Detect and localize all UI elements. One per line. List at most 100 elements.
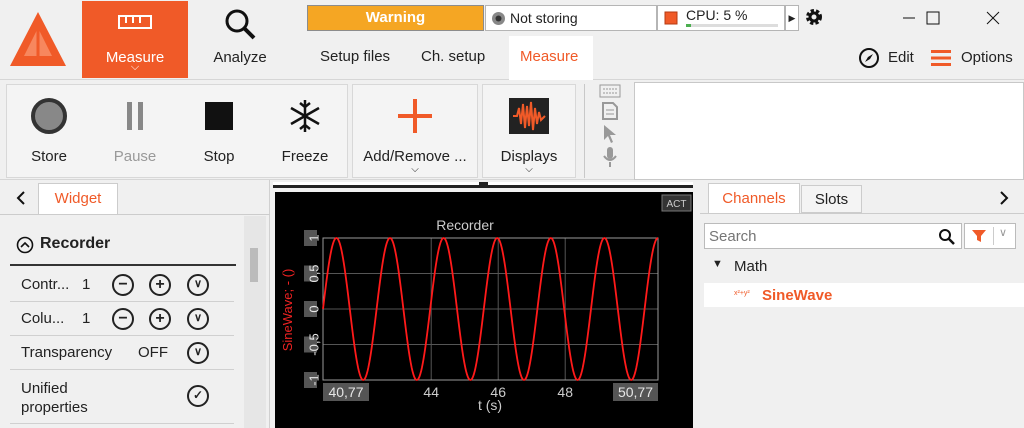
ribbon-divider	[584, 84, 585, 178]
x-min-label: 40,77	[328, 384, 363, 400]
recorder-section-header[interactable]: Recorder	[16, 234, 216, 258]
store-label: Store	[31, 148, 67, 165]
displays-button[interactable]: Displays ⌵	[482, 84, 576, 178]
chevron-down-circle-icon[interactable]: ∨	[187, 342, 209, 364]
x-tick-label: 48	[557, 384, 573, 400]
stop-icon	[205, 102, 233, 130]
scrollbar-thumb[interactable]	[250, 248, 258, 282]
prop-value: 1	[82, 310, 91, 327]
section-divider	[10, 264, 236, 266]
cpu-usage-bar	[686, 24, 778, 27]
add-remove-label: Add/Remove ...	[363, 148, 467, 165]
x-tick-label: 46	[490, 384, 506, 400]
tab-baseline	[700, 213, 1024, 214]
display-tab-marker-2	[488, 182, 693, 185]
y-axis-label: SineWave; - ()	[280, 269, 295, 352]
prop-value: 1	[82, 276, 91, 293]
compass-icon	[859, 48, 879, 68]
displays-label: Displays	[500, 148, 558, 165]
recorder-plot[interactable]: ACT Recorder SineWave; - () t (s) 10,50-…	[275, 192, 693, 428]
cursor-icon[interactable]	[601, 124, 619, 144]
channel-group-label: Math	[734, 258, 768, 275]
channel-item-label: SineWave	[762, 287, 833, 304]
maximize-icon	[926, 11, 940, 25]
channel-item-sinewave[interactable]: x²+y² SineWave	[704, 283, 1024, 307]
tab-slots[interactable]: Slots	[801, 185, 862, 213]
chart-title: Recorder	[436, 217, 494, 233]
gear-icon[interactable]	[803, 6, 825, 28]
tab-measure[interactable]: Measure	[520, 48, 578, 65]
waveform-icon	[509, 98, 549, 134]
measure-mode-button[interactable]: Measure ⌵	[82, 1, 188, 78]
y-tick-label: 0	[307, 305, 322, 312]
chevron-right-icon[interactable]	[997, 190, 1011, 206]
expand-triangle-icon: ▼	[712, 258, 723, 270]
keyboard-icon[interactable]	[599, 84, 621, 98]
y-tick-label: -0,5	[307, 333, 322, 355]
analyze-mode-label: Analyze	[213, 49, 267, 66]
close-button[interactable]	[968, 0, 1018, 36]
warning-indicator[interactable]: Warning	[307, 5, 484, 31]
x-tick-label: 44	[423, 384, 439, 400]
status-expand-button[interactable]: ▶	[785, 5, 799, 31]
freeze-button[interactable]: Freeze	[264, 84, 346, 178]
minus-circle-icon[interactable]: −	[112, 308, 134, 330]
filter-divider	[993, 227, 994, 245]
checkmark-circle-icon[interactable]: ✓	[187, 385, 209, 407]
microphone-icon[interactable]	[602, 146, 618, 168]
app-logo	[10, 12, 66, 66]
plus-circle-icon[interactable]: +	[149, 308, 171, 330]
store-button[interactable]: Store	[8, 84, 90, 178]
pause-label: Pause	[113, 148, 157, 165]
plus-icon	[398, 99, 432, 133]
storage-status-label: Not storing	[510, 10, 578, 26]
channel-search-input[interactable]	[704, 223, 962, 249]
ruler-icon	[118, 15, 152, 29]
close-icon	[986, 11, 1000, 25]
chevron-down-circle-icon[interactable]: ∨	[187, 274, 209, 296]
add-remove-widget-button[interactable]: Add/Remove ... ⌵	[352, 84, 478, 178]
prop-name: Unified properties	[21, 380, 88, 416]
act-badge-label: ACT	[667, 199, 687, 210]
storage-status[interactable]: Not storing	[485, 5, 657, 31]
tab-channels[interactable]: Channels	[708, 183, 800, 213]
filter-icon	[972, 230, 986, 242]
note-icon[interactable]	[600, 101, 620, 121]
tab-setup-files[interactable]: Setup files	[320, 48, 390, 65]
chevron-left-icon[interactable]	[14, 190, 28, 206]
freeze-label: Freeze	[281, 148, 329, 165]
prop-value: OFF	[138, 344, 168, 361]
collapse-up-icon	[16, 236, 34, 254]
plus-circle-icon[interactable]: +	[149, 274, 171, 296]
minus-circle-icon[interactable]: −	[112, 274, 134, 296]
prop-name: Contr...	[21, 276, 70, 293]
cpu-usage-label: CPU: 5 %	[686, 7, 748, 23]
search-icon[interactable]	[938, 228, 956, 246]
stop-button[interactable]: Stop	[178, 84, 260, 178]
prop-row-unified: Unified properties ✓	[10, 370, 234, 424]
edit-button[interactable]: Edit	[858, 46, 918, 70]
cpu-chip-icon	[664, 11, 678, 25]
note-text-area[interactable]	[634, 82, 1024, 180]
pause-button[interactable]: Pause	[94, 84, 176, 178]
math-channel-icon: x²+y²	[734, 290, 750, 297]
prop-name: Transparency	[21, 344, 113, 361]
channel-group-math[interactable]: ▼ Math	[712, 257, 912, 277]
prop-row-transparency: Transparency OFF ∨	[10, 336, 234, 370]
record-icon	[31, 98, 67, 134]
tab-ch-setup[interactable]: Ch. setup	[421, 48, 485, 65]
y-tick-label: 1	[307, 234, 322, 241]
maximize-button[interactable]	[908, 0, 958, 36]
analyze-mode-button[interactable]: Analyze	[195, 1, 285, 78]
stop-label: Stop	[203, 148, 235, 165]
recorder-section-title: Recorder	[40, 235, 111, 252]
cpu-usage[interactable]: CPU: 5 %	[657, 5, 785, 31]
tab-widget[interactable]: Widget	[38, 183, 118, 215]
display-tab-marker-1	[273, 182, 479, 185]
filter-button[interactable]: ∨	[964, 223, 1016, 249]
chevron-down-circle-icon[interactable]: ∨	[187, 308, 209, 330]
magnifier-icon	[225, 9, 256, 40]
options-button[interactable]: Options	[930, 46, 1022, 70]
y-tick-label: 0,5	[307, 264, 322, 282]
act-badge[interactable]: ACT	[661, 194, 692, 212]
